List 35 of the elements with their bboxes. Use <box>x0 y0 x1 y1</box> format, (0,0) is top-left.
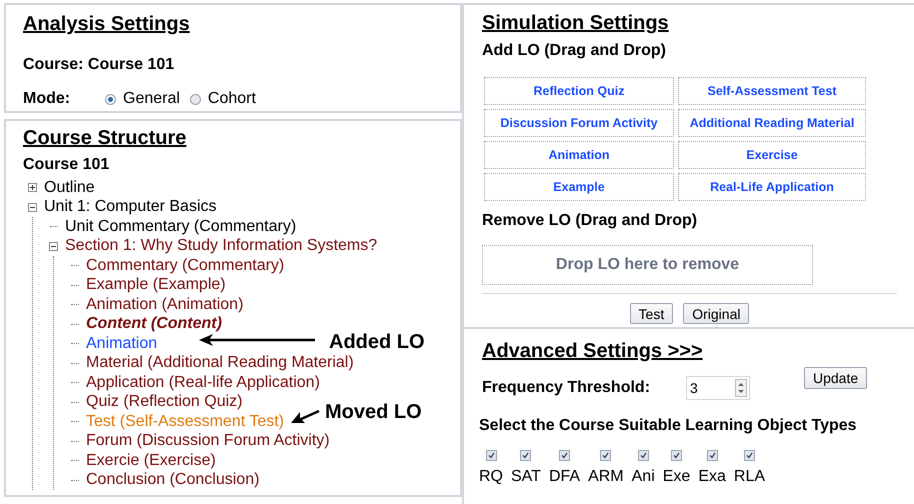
radio-label[interactable]: Cohort <box>208 87 256 111</box>
subheading: Remove LO (Drag and Drop) <box>482 211 698 231</box>
learning-object-tile[interactable]: Additional Reading Material <box>678 109 866 137</box>
checkbox-label: Exe <box>662 467 690 487</box>
mode-label: Mode: <box>23 89 72 109</box>
number-field[interactable]: 3 <box>686 376 750 400</box>
checkbox-label: DFA <box>548 467 580 487</box>
action-button[interactable]: Test <box>630 303 674 324</box>
course-label: Course: Course 101 <box>23 55 176 75</box>
learning-object-tile[interactable]: Example <box>484 173 674 201</box>
update-button[interactable]: Update <box>804 367 868 389</box>
radio-label[interactable]: General <box>123 87 180 111</box>
section-title: Advanced Settings >>> <box>482 339 704 363</box>
course-title: Course 101 <box>23 155 110 175</box>
section-title: Analysis Settings <box>23 12 191 37</box>
learning-object-tile[interactable]: Exercise <box>678 141 866 169</box>
action-button[interactable]: Original <box>683 303 750 324</box>
checkbox-label: Exa <box>698 467 726 487</box>
checkbox-label: Ani <box>632 467 655 487</box>
section-title: Simulation Settings <box>482 11 670 35</box>
section-title: Course Structure <box>23 126 188 150</box>
checkbox-label: SAT <box>511 467 541 487</box>
threshold-label: Frequency Threshold: <box>482 378 652 398</box>
learning-object-tile[interactable]: Discussion Forum Activity <box>484 109 674 137</box>
learning-object-tile[interactable]: Real-Life Application <box>678 173 866 201</box>
annotation-label: Moved LO <box>325 400 422 425</box>
learning-object-tile[interactable]: Self-Assessment Test <box>678 77 866 105</box>
checkbox-label: RLA <box>734 467 766 487</box>
subheading: Select the Course Suitable Learning Object Types <box>479 416 858 436</box>
drop-zone[interactable]: Drop LO here to remove <box>482 245 813 285</box>
checkbox-label: RQ <box>479 467 503 487</box>
checkbox-label: ARM <box>588 467 624 487</box>
subheading: Add LO (Drag and Drop) <box>482 41 667 61</box>
learning-object-tile[interactable]: Animation <box>484 141 674 169</box>
learning-object-tile[interactable]: Reflection Quiz <box>484 77 674 105</box>
